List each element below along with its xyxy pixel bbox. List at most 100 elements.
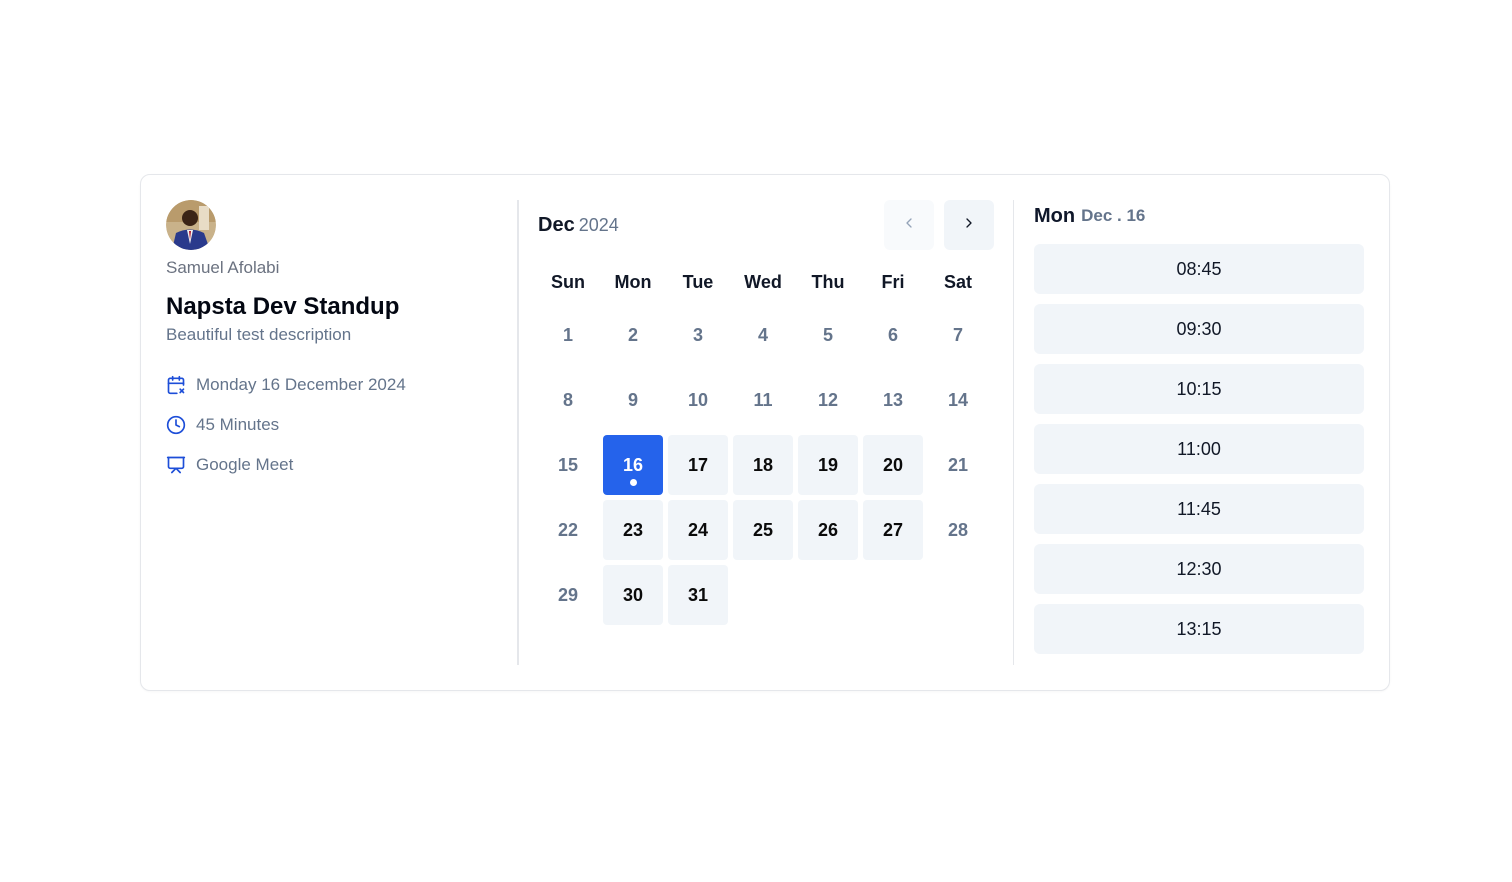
day-cell-selected[interactable]: 16 <box>603 435 663 495</box>
event-date-row: Monday 16 December 2024 <box>166 365 516 405</box>
day-number: 4 <box>757 324 768 345</box>
day-cell: 2 <box>603 305 663 365</box>
day-cell[interactable]: 24 <box>668 500 728 560</box>
day-cell: 14 <box>928 370 988 430</box>
selected-date-label: Dec . 16 <box>1081 206 1146 225</box>
day-cell: 13 <box>863 370 923 430</box>
time-slot-button[interactable]: 09:30 <box>1034 304 1364 354</box>
day-number: 1 <box>562 324 573 345</box>
day-number: 24 <box>687 519 709 540</box>
weekday-mon: Mon <box>614 272 652 292</box>
time-slots-panel: Mon Dec . 16 08:45 09:30 10:15 11:00 11:45 12… <box>1034 200 1364 664</box>
day-number: 28 <box>947 519 969 540</box>
event-location-text: Google Meet <box>196 455 294 474</box>
day-cell: 7 <box>928 305 988 365</box>
clock-icon <box>166 415 186 435</box>
presentation-icon <box>166 455 186 475</box>
time-slot-button[interactable]: 11:00 <box>1034 424 1364 474</box>
time-slot-button[interactable]: 10:15 <box>1034 364 1364 414</box>
day-cell: 28 <box>928 500 988 560</box>
day-number: 5 <box>822 324 833 345</box>
day-cell[interactable]: 23 <box>603 500 663 560</box>
host-name: Samuel Afolabi <box>166 258 280 277</box>
day-cell: 3 <box>668 305 728 365</box>
day-cell: 6 <box>863 305 923 365</box>
day-number: 20 <box>882 454 904 475</box>
day-number: 14 <box>947 389 969 410</box>
day-cell: 29 <box>538 565 598 625</box>
day-cell[interactable]: 17 <box>668 435 728 495</box>
day-cell[interactable]: 18 <box>733 435 793 495</box>
booking-card: Samuel Afolabi Napsta Dev Standup Beauti… <box>140 174 1390 691</box>
day-cell[interactable]: 27 <box>863 500 923 560</box>
day-number: 10 <box>687 389 709 410</box>
event-duration-row: 45 Minutes <box>166 405 516 445</box>
event-title: Napsta Dev Standup <box>166 293 400 320</box>
weekday-thu: Thu <box>811 272 845 292</box>
day-cell: 5 <box>798 305 858 365</box>
day-cell: 21 <box>928 435 988 495</box>
weekday-sun: Sun <box>551 272 585 292</box>
today-dot-indicator <box>629 479 637 486</box>
day-number: 11 <box>753 389 773 410</box>
day-number: 6 <box>887 324 898 345</box>
day-cell: 4 <box>733 305 793 365</box>
day-number: 29 <box>557 584 579 605</box>
calendar-x-icon <box>166 375 186 395</box>
day-cell: 22 <box>538 500 598 560</box>
calendar: Dec 2024 Sun Mon Tue Wed Thu Fri Sat 1 2… <box>538 200 994 625</box>
weekday-header: Sun Mon Tue Wed Thu Fri Sat <box>538 270 994 294</box>
day-cell[interactable]: 31 <box>668 565 728 625</box>
time-slot-button[interactable]: 11:45 <box>1034 484 1364 534</box>
day-number: 17 <box>687 454 709 475</box>
day-cell[interactable]: 25 <box>733 500 793 560</box>
day-cell: 8 <box>538 370 598 430</box>
selected-day-label: Mon <box>1034 204 1076 227</box>
weekday-wed: Wed <box>744 272 782 292</box>
day-number: 19 <box>817 454 839 475</box>
time-slot-list: 08:45 09:30 10:15 11:00 11:45 12:30 13:15 <box>1034 244 1364 654</box>
event-location-row: Google Meet <box>166 445 516 485</box>
year-label: 2024 <box>578 214 619 235</box>
day-number: 31 <box>687 584 709 605</box>
time-slot-button[interactable]: 12:30 <box>1034 544 1364 594</box>
day-cell: 10 <box>668 370 728 430</box>
day-number: 2 <box>627 324 638 345</box>
day-number: 21 <box>947 454 969 475</box>
divider <box>1013 200 1014 665</box>
month-nav <box>884 200 994 250</box>
time-slot-button[interactable]: 13:15 <box>1034 604 1364 654</box>
day-number: 26 <box>817 519 839 540</box>
day-number: 27 <box>882 519 904 540</box>
day-number: 16 <box>622 454 644 475</box>
time-slot-button[interactable]: 08:45 <box>1034 244 1364 294</box>
day-number: 18 <box>752 454 774 475</box>
calendar-header: Dec 2024 <box>538 200 994 250</box>
day-number: 7 <box>952 324 963 345</box>
day-number: 9 <box>627 389 638 410</box>
day-number: 23 <box>622 519 644 540</box>
day-cell[interactable]: 19 <box>798 435 858 495</box>
day-number: 8 <box>562 389 573 410</box>
selected-date-header: Mon Dec . 16 <box>1034 201 1364 231</box>
day-number: 22 <box>557 519 579 540</box>
day-cell[interactable]: 26 <box>798 500 858 560</box>
day-number: 15 <box>557 454 579 475</box>
event-duration-text: 45 Minutes <box>196 415 280 434</box>
divider <box>517 200 519 665</box>
day-cell: 15 <box>538 435 598 495</box>
day-cell[interactable]: 20 <box>863 435 923 495</box>
weekday-sat: Sat <box>943 272 972 292</box>
event-date-text: Monday 16 December 2024 <box>196 375 406 394</box>
day-number: 12 <box>817 389 839 410</box>
day-cell[interactable]: 30 <box>603 565 663 625</box>
prev-month-button[interactable] <box>884 200 934 250</box>
day-cell: 9 <box>603 370 663 430</box>
avatar <box>166 200 216 250</box>
chevron-right-icon <box>961 215 977 236</box>
event-description: Beautiful test description <box>166 325 352 344</box>
next-month-button[interactable] <box>944 200 994 250</box>
day-grid: 1 2 3 4 5 6 7 8 9 10 11 12 13 14 15 16 17 18 19 20 21 22 23 24 2… <box>538 305 994 625</box>
day-number: 30 <box>622 584 644 605</box>
month-year-label: Dec 2024 <box>538 214 619 237</box>
